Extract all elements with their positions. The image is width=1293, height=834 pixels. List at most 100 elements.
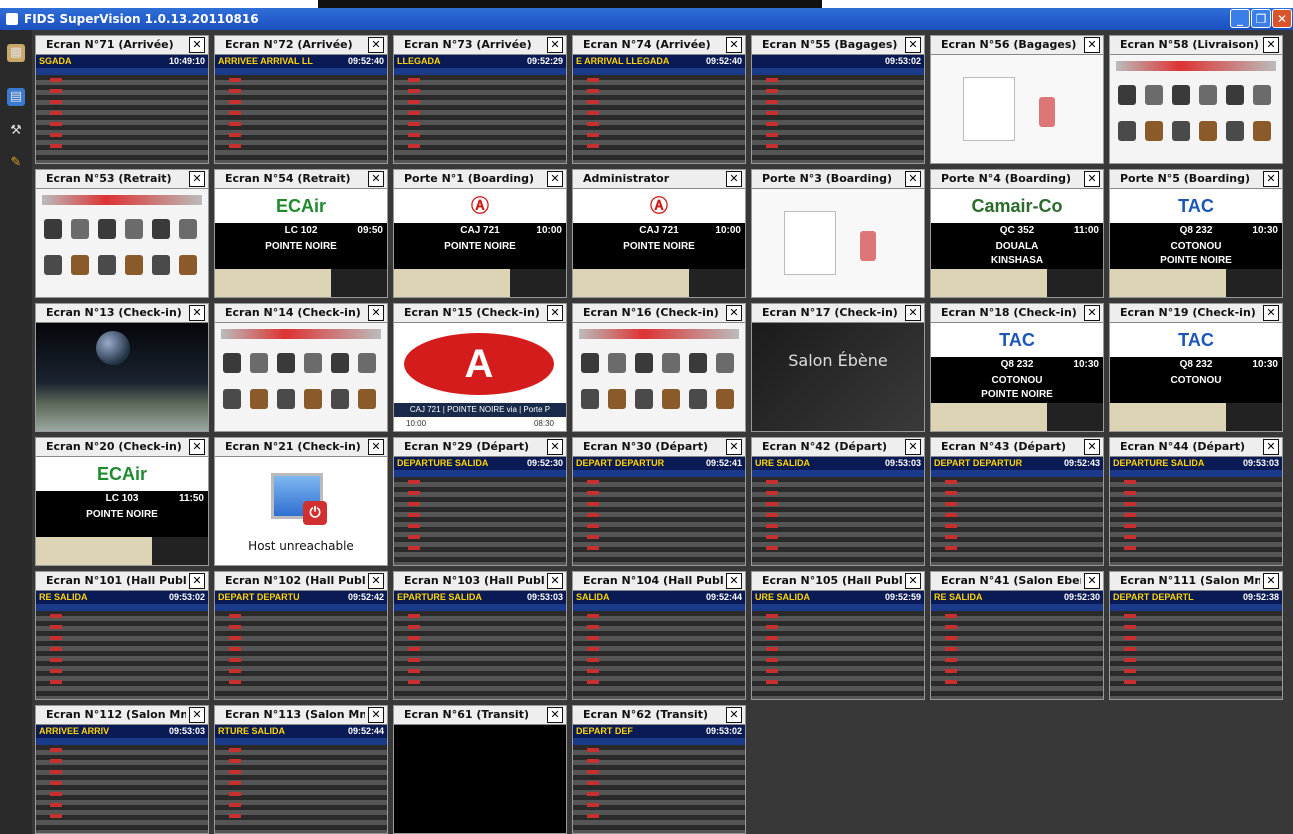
screen-preview[interactable]: ARRIVEE ARRIVAL LL 09:52:40 [215,55,387,163]
screen-tile[interactable]: Ecran N°13 (Check-in) ✕ [35,303,209,432]
screen-preview[interactable]: EPARTURE SALIDA 09:53:03 [394,591,566,699]
close-tile-icon[interactable]: ✕ [905,37,921,53]
screen-tile[interactable]: Ecran N°58 (Livraison) ✕ [1109,35,1283,164]
screen-tile[interactable]: Ecran N°113 (Salon Mniste✕RTURE SALIDA09… [214,705,388,834]
screens-icon[interactable]: ▦ [7,44,25,62]
tools-icon[interactable]: ⚒ [7,122,25,140]
screen-preview[interactable]: DEPART DEPARTL 09:52:38 [1110,591,1282,699]
screen-tile[interactable]: Ecran N°56 (Bagages) ✕ [930,35,1104,164]
close-tile-icon[interactable]: ✕ [726,171,742,187]
screen-tile[interactable]: Ecran N°44 (Départ) ✕ DEPARTURE SALIDA 09:5… [1109,437,1283,566]
screen-tile[interactable]: Ecran N°29 (Départ) ✕ DEPARTURE SALIDA 09:5… [393,437,567,566]
close-tile-icon[interactable]: ✕ [1263,439,1279,455]
settings-icon[interactable]: ✎ [7,154,25,172]
close-tile-icon[interactable]: ✕ [1084,37,1100,53]
screen-tile[interactable]: Ecran N°17 (Check-in) ✕ Salon Ébène [751,303,925,432]
close-tile-icon[interactable]: ✕ [547,707,563,723]
close-tile-icon[interactable]: ✕ [726,37,742,53]
close-tile-icon[interactable]: ✕ [1263,305,1279,321]
screen-tile[interactable]: Ecran N°111 (Salon Mniste✕DEPART DEPARTL… [1109,571,1283,700]
screen-tile[interactable]: Ecran N°102 (Hall Public -✕DEPART DEPART… [214,571,388,700]
screen-preview[interactable] [36,189,208,297]
screen-tile[interactable]: Ecran N°71 (Arrivée) ✕ SGADA 10:49:10 [35,35,209,164]
screen-preview[interactable]: Camair-Co QC 352 11:00 DOUALA KINSHASA [931,189,1103,297]
close-tile-icon[interactable]: ✕ [1263,171,1279,187]
close-tile-icon[interactable]: ✕ [547,37,563,53]
close-tile-icon[interactable]: ✕ [368,37,384,53]
screen-tile[interactable]: Ecran N°21 (Check-in) ✕ ⏻ Host unreachable [214,437,388,566]
screen-tile[interactable]: Ecran N°30 (Départ) ✕ DEPART DEPARTUR 09:52… [572,437,746,566]
close-tile-icon[interactable]: ✕ [905,305,921,321]
screen-tile[interactable]: Porte N°4 (Boarding) ✕ Camair-Co QC 352 11:0… [930,169,1104,298]
screen-tile[interactable]: Ecran N°104 (Hall Public -✕SALIDA09:52:4… [572,571,746,700]
screen-preview[interactable]: SALIDA 09:52:44 [573,591,745,699]
screen-tile[interactable]: Ecran N°42 (Départ) ✕ URE SALIDA 09:53:03 [751,437,925,566]
screen-preview[interactable]: 09:53:02 [752,55,924,163]
close-tile-icon[interactable]: ✕ [189,439,205,455]
screen-tile[interactable]: Ecran N°15 (Check-in) ✕ A CAJ 721 | POINTE … [393,303,567,432]
screen-tile[interactable]: Ecran N°19 (Check-in) ✕ TAC Q8 232 10:30 COTO… [1109,303,1283,432]
screen-preview[interactable]: DEPART DEPARTUR 09:52:43 [931,457,1103,565]
restore-button[interactable]: ❐ [1251,9,1271,28]
screen-tile[interactable]: Ecran N°105 (Hall Public -✕URE SALIDA09:… [751,571,925,700]
close-tile-icon[interactable]: ✕ [1084,439,1100,455]
screen-preview[interactable]: DEPART DEPARTUR 09:52:41 [573,457,745,565]
screen-preview[interactable]: RE SALIDA 09:52:30 [931,591,1103,699]
screen-preview[interactable] [394,725,566,833]
screen-preview[interactable]: ⏻ Host unreachable [215,457,387,565]
screen-preview[interactable]: RE SALIDA 09:53:02 [36,591,208,699]
screen-tile[interactable]: Porte N°1 (Boarding) ✕ Ⓐ CAJ 721 10:00 POINTE… [393,169,567,298]
screen-tile[interactable]: Ecran N°20 (Check-in) ✕ ECAir LC 103 11:50 PO… [35,437,209,566]
close-tile-icon[interactable]: ✕ [726,439,742,455]
screen-preview[interactable]: E ARRIVAL LLEGADA 09:52:40 [573,55,745,163]
document-icon[interactable]: ▤ [7,88,25,106]
close-tile-icon[interactable]: ✕ [905,573,921,589]
screen-tile[interactable]: Ecran N°14 (Check-in) ✕ [214,303,388,432]
screen-preview[interactable]: TAC Q8 232 10:30 COTONOU POINTE NOIRE [931,323,1103,431]
screen-tile[interactable]: Ecran N°62 (Transit) ✕ DEPART DEF 09:53:02 [572,705,746,834]
screen-preview[interactable] [1110,55,1282,163]
screen-preview[interactable]: Ⓐ CAJ 721 10:00 POINTE NOIRE [394,189,566,297]
screen-tile[interactable]: Ecran N°73 (Arrivée) ✕ LLEGADA 09:52:29 [393,35,567,164]
close-tile-icon[interactable]: ✕ [905,439,921,455]
screen-preview[interactable] [36,323,208,431]
close-tile-icon[interactable]: ✕ [368,171,384,187]
screen-tile[interactable]: Ecran N°74 (Arrivée) ✕ E ARRIVAL LLEGADA 09… [572,35,746,164]
screen-preview[interactable]: Ⓐ CAJ 721 10:00 POINTE NOIRE [573,189,745,297]
screen-tile[interactable]: Ecran N°61 (Transit) ✕ [393,705,567,834]
screen-preview[interactable]: Salon Ébène [752,323,924,431]
screen-preview[interactable] [752,189,924,297]
close-tile-icon[interactable]: ✕ [547,171,563,187]
close-tile-icon[interactable]: ✕ [905,171,921,187]
close-tile-icon[interactable]: ✕ [368,439,384,455]
screen-tile[interactable]: Ecran N°72 (Arrivée) ✕ ARRIVEE ARRIVAL LL 0… [214,35,388,164]
close-tile-icon[interactable]: ✕ [189,171,205,187]
screen-tile[interactable]: Administrator ✕ Ⓐ CAJ 721 10:00 POINTE NOIRE [572,169,746,298]
close-tile-icon[interactable]: ✕ [189,37,205,53]
screen-tile[interactable]: Ecran N°16 (Check-in) ✕ [572,303,746,432]
screen-preview[interactable]: ECAir LC 103 11:50 POINTE NOIRE [36,457,208,565]
close-tile-icon[interactable]: ✕ [189,707,205,723]
close-tile-icon[interactable]: ✕ [1263,37,1279,53]
screen-preview[interactable] [931,55,1103,163]
screen-tile[interactable]: Porte N°5 (Boarding) ✕ TAC Q8 232 10:30 COTON… [1109,169,1283,298]
screen-preview[interactable]: A CAJ 721 | POINTE NOIRE via | Porte P 10:… [394,323,566,431]
screen-tile[interactable]: Ecran N°53 (Retrait) ✕ [35,169,209,298]
screen-preview[interactable] [573,323,745,431]
close-tile-icon[interactable]: ✕ [1263,573,1279,589]
screen-preview[interactable]: DEPART DEF 09:53:02 [573,725,745,833]
screen-tile[interactable]: Ecran N°112 (Salon Mniste✕ARRIVEE ARRIV0… [35,705,209,834]
close-tile-icon[interactable]: ✕ [726,305,742,321]
close-tile-icon[interactable]: ✕ [189,305,205,321]
title-bar[interactable]: FIDS SuperVision 1.0.13.20110816 _ ❐ ✕ [0,8,1293,30]
close-tile-icon[interactable]: ✕ [189,573,205,589]
screen-preview[interactable]: URE SALIDA 09:53:03 [752,457,924,565]
screen-preview[interactable]: DEPARTURE SALIDA 09:52:30 [394,457,566,565]
screen-tile[interactable]: Ecran N°54 (Retrait) ✕ ECAir LC 102 09:50 POI… [214,169,388,298]
screen-preview[interactable]: SGADA 10:49:10 [36,55,208,163]
close-button[interactable]: ✕ [1272,9,1292,28]
screen-preview[interactable]: ARRIVEE ARRIV 09:53:03 [36,725,208,833]
screen-tile[interactable]: Ecran N°55 (Bagages) ✕ 09:53:02 [751,35,925,164]
screen-preview[interactable]: LLEGADA 09:52:29 [394,55,566,163]
minimize-button[interactable]: _ [1230,9,1250,28]
